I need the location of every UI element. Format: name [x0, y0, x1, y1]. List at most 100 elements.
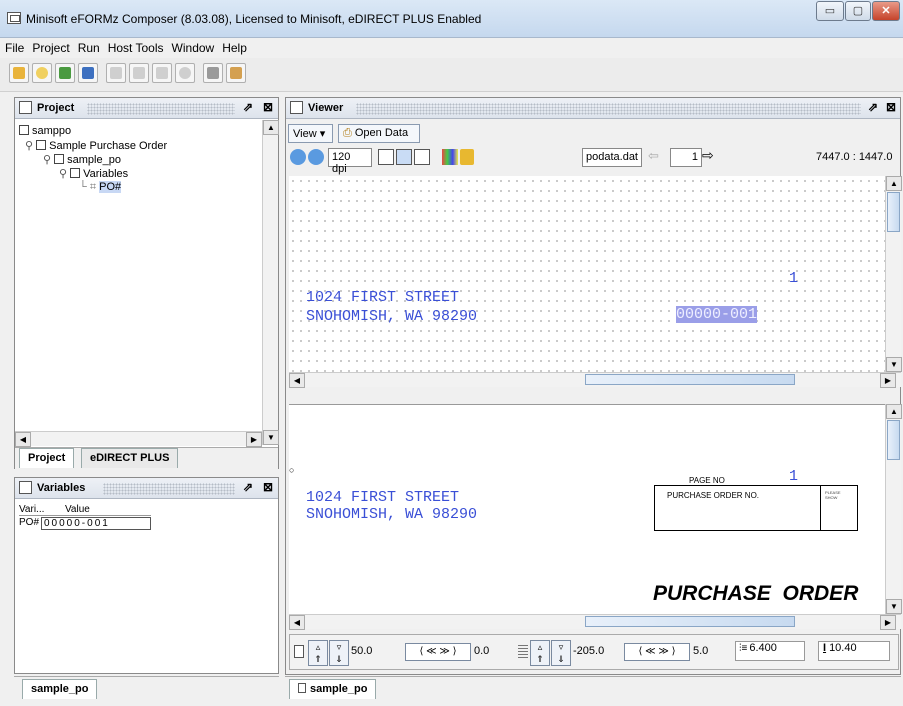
- x-navigation-buttons[interactable]: ⟨ ≪ ≫ ⟩: [405, 643, 471, 661]
- previous-page-icon[interactable]: ⇦: [648, 148, 666, 167]
- detach-icon[interactable]: ⇗: [241, 101, 255, 114]
- scroll-right-icon[interactable]: ▶: [246, 432, 262, 447]
- trash-icon[interactable]: [203, 63, 223, 83]
- properties-icon[interactable]: [226, 63, 246, 83]
- tree-item-sample-purchase-order[interactable]: ⚲ Sample Purchase Order: [25, 139, 167, 152]
- scroll-up-icon[interactable]: ▲: [886, 404, 902, 419]
- viewer-bottom-canvas[interactable]: ○ 1024 FIRST STREET SNOHOMISH, WA 98290 …: [289, 404, 885, 614]
- detach-icon[interactable]: ⇗: [241, 481, 255, 494]
- view-dropdown[interactable]: View ▾: [288, 124, 333, 143]
- right-editor-tab-strip: sample_po: [285, 676, 901, 702]
- snap-icon[interactable]: [414, 149, 430, 165]
- top-vertical-scrollbar[interactable]: ▲ ▼: [885, 176, 902, 372]
- scroll-down-icon[interactable]: ▼: [263, 430, 279, 445]
- line-spacing-icon: ⫶≡: [739, 643, 748, 654]
- panel-close-icon[interactable]: ⊠: [884, 101, 898, 114]
- maximize-button[interactable]: ▢: [845, 1, 871, 21]
- variable-name-cell: PO#: [19, 517, 40, 528]
- x-stepper[interactable]: ▵ ⇑: [308, 640, 328, 666]
- menu-window[interactable]: Window: [167, 38, 218, 55]
- save-icon[interactable]: [55, 63, 75, 83]
- po-number-field[interactable]: 00000-001: [676, 306, 758, 323]
- project-panel-title: Project: [37, 102, 75, 114]
- zoom-out-icon[interactable]: [290, 149, 306, 165]
- close-button[interactable]: ✕: [872, 1, 900, 21]
- dpi-field[interactable]: 120 dpi: [328, 148, 372, 175]
- scroll-left-icon[interactable]: ◀: [15, 432, 31, 447]
- save-all-icon[interactable]: [78, 63, 98, 83]
- tree-item-sample-po[interactable]: ⚲ sample_po: [43, 153, 121, 166]
- bottom-vertical-scrollbar[interactable]: ▲ ▼: [885, 404, 902, 614]
- y-position-field[interactable]: -205.0: [573, 645, 604, 657]
- project-horizontal-scrollbar[interactable]: ◀ ▶: [15, 431, 262, 447]
- line-spacing-field[interactable]: ⫶≡ 6.400: [735, 641, 805, 661]
- y-stepper-down[interactable]: ▿ ⇓: [551, 640, 571, 666]
- column-header-value[interactable]: Value: [41, 504, 141, 515]
- color-icon[interactable]: [442, 149, 458, 165]
- ruler-icon[interactable]: [396, 149, 412, 165]
- y-offset-field[interactable]: 5.0: [693, 645, 708, 657]
- x-stepper-down[interactable]: ▿ ⇓: [329, 640, 349, 666]
- detach-icon[interactable]: ⇗: [866, 101, 880, 114]
- project-vertical-scrollbar[interactable]: ▲ ▼: [262, 120, 279, 445]
- scroll-left-icon[interactable]: ◀: [289, 615, 305, 630]
- zoom-in-icon[interactable]: [308, 149, 324, 165]
- next-page-icon[interactable]: ⇨: [702, 147, 720, 166]
- scroll-up-icon[interactable]: ▲: [886, 176, 902, 191]
- position-status-bar: ▵ ⇑ ▿ ⇓ 50.0 ⟨ ≪ ≫ ⟩ 0.0 ▵ ⇑ ▿ ⇓ -205.0 ⟨ ≪ …: [289, 634, 899, 670]
- variable-value-cell[interactable]: 00000-001: [41, 517, 151, 530]
- tree-item-samppo[interactable]: samppo: [19, 125, 71, 137]
- open-folder-icon[interactable]: [9, 63, 29, 83]
- top-horizontal-scrollbar[interactable]: ◀ ▶: [289, 372, 901, 388]
- data-file-field[interactable]: podata.dat: [582, 148, 642, 167]
- x-position-field[interactable]: 50.0: [351, 645, 372, 657]
- address-line-2: SNOHOMISH, WA 98290: [306, 308, 478, 325]
- project-panel: Project ⇗ ⊠ samppo ⚲ Sample Purchase Ord…: [14, 97, 279, 469]
- tab-sample-po-left[interactable]: sample_po: [22, 679, 98, 699]
- new-project-icon[interactable]: [32, 63, 52, 83]
- grid-icon[interactable]: [378, 149, 394, 165]
- viewer-panel-icon: [290, 101, 303, 114]
- cursor-coordinates: 7447.0 : 1447.0: [816, 151, 893, 163]
- scroll-down-icon[interactable]: ▼: [886, 599, 902, 614]
- y-navigation-buttons[interactable]: ⟨ ≪ ≫ ⟩: [624, 643, 690, 661]
- variables-table: Vari... Value PO# 00000-001: [19, 504, 151, 530]
- scroll-thumb[interactable]: [887, 420, 900, 460]
- menu-host-tools[interactable]: Host Tools: [103, 38, 167, 55]
- scroll-thumb[interactable]: [585, 374, 795, 385]
- lock-icon[interactable]: [460, 149, 474, 165]
- tab-project[interactable]: Project: [19, 448, 75, 468]
- open-data-button[interactable]: ⎙ Open Data: [338, 124, 420, 143]
- tree-item-variables[interactable]: ⚲ Variables: [59, 167, 128, 180]
- viewer-top-canvas[interactable]: 1024 FIRST STREET SNOHOMISH, WA 98290 1 …: [289, 176, 885, 372]
- scroll-right-icon[interactable]: ▶: [880, 615, 896, 630]
- copy-icon[interactable]: [129, 63, 149, 83]
- scroll-down-icon[interactable]: ▼: [886, 357, 902, 372]
- paste-icon[interactable]: [152, 63, 172, 83]
- scroll-up-icon[interactable]: ▲: [263, 120, 279, 135]
- panel-close-icon[interactable]: ⊠: [261, 101, 275, 114]
- tree-item-po[interactable]: └ ⌗ PO#: [79, 181, 122, 194]
- help-icon[interactable]: [175, 63, 195, 83]
- printer-icon: [19, 125, 29, 135]
- scroll-left-icon[interactable]: ◀: [289, 373, 305, 388]
- page-number-field[interactable]: 1: [670, 148, 702, 167]
- menu-help[interactable]: Help: [217, 38, 250, 55]
- scroll-thumb[interactable]: [585, 616, 795, 627]
- menu-file[interactable]: File: [0, 38, 27, 55]
- table-row[interactable]: PO# 00000-001: [19, 517, 151, 530]
- scroll-right-icon[interactable]: ▶: [880, 373, 896, 388]
- tab-sample-po-right[interactable]: sample_po: [289, 679, 377, 699]
- font-size-field[interactable]: I 10.40: [818, 641, 890, 661]
- scroll-thumb[interactable]: [887, 192, 900, 232]
- minimize-button[interactable]: ▭: [816, 1, 844, 21]
- x-offset-field[interactable]: 0.0: [474, 645, 489, 657]
- bottom-horizontal-scrollbar[interactable]: ◀ ▶: [289, 614, 901, 630]
- menu-project[interactable]: Project: [27, 38, 72, 55]
- column-header-variable[interactable]: Vari...: [19, 504, 44, 515]
- panel-close-icon[interactable]: ⊠: [261, 481, 275, 494]
- y-stepper[interactable]: ▵ ⇑: [530, 640, 550, 666]
- tab-edirect-plus[interactable]: eDIRECT PLUS: [81, 448, 179, 468]
- menu-run[interactable]: Run: [73, 38, 103, 55]
- cut-icon[interactable]: [106, 63, 126, 83]
